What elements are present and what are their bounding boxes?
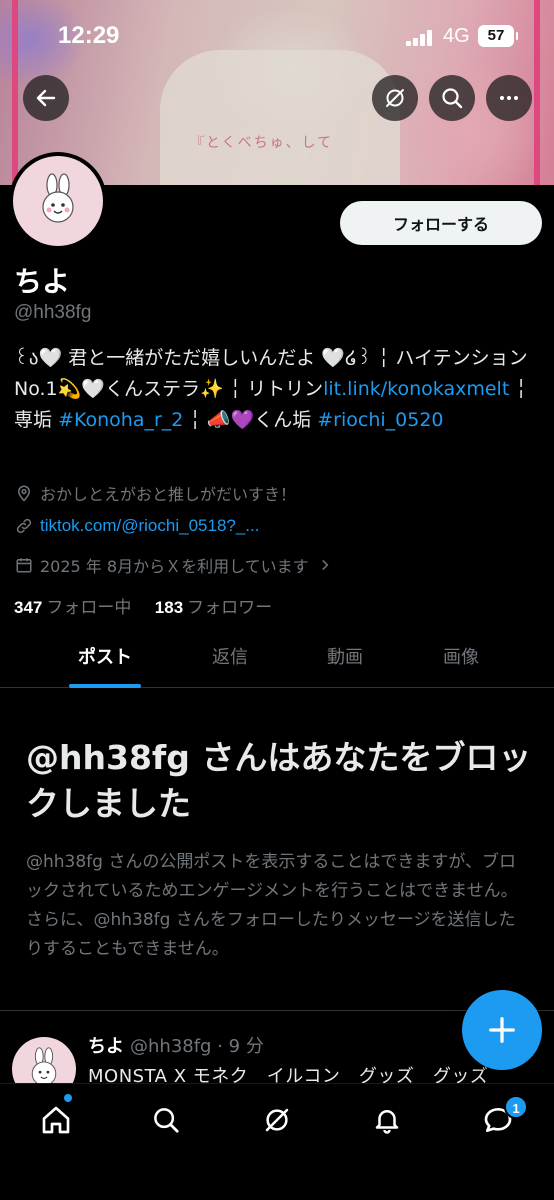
follow-counts: 347 フォロー中 183 フォロワー bbox=[14, 593, 272, 618]
grok-icon bbox=[386, 89, 404, 107]
home-notification-dot bbox=[64, 1094, 72, 1102]
network-type: 4G bbox=[443, 25, 470, 47]
grok-icon bbox=[265, 1108, 289, 1132]
search-icon bbox=[154, 1108, 179, 1133]
back-button[interactable] bbox=[23, 75, 69, 121]
status-bar: 12:29 4G 57 bbox=[0, 0, 554, 72]
location-icon bbox=[14, 483, 34, 503]
status-time: 12:29 bbox=[58, 22, 120, 49]
back-arrow-icon bbox=[36, 89, 56, 107]
post-header: ちよ @hh38fg · 9 分 bbox=[88, 1032, 264, 1058]
bio-text: ╎ 📣💜くん垢 bbox=[183, 409, 318, 431]
following-count: 347 bbox=[14, 598, 43, 617]
nav-notifications[interactable] bbox=[367, 1100, 407, 1140]
grok-button[interactable] bbox=[372, 75, 418, 121]
profile-website[interactable]: tiktok.com/@riochi_0518?_... bbox=[14, 516, 259, 536]
blocked-description: @hh38fg さんの公開ポストを表示することはできますが、ブロックされているた… bbox=[26, 852, 518, 959]
blocked-title: @hh38fg さんはあなたをブロックしました bbox=[26, 738, 532, 823]
profile-joined[interactable]: 2025 年 8月からＸを利用しています bbox=[14, 553, 335, 577]
follow-button[interactable]: フォローする bbox=[340, 201, 542, 245]
profile-bio: ꒰ა🤍 君と一緒がただ嬉しいんだよ 🤍໒꒱ ╎ ハイテンションNo.1💫🤍くんス… bbox=[14, 343, 542, 436]
active-tab-indicator bbox=[69, 684, 141, 688]
compose-button[interactable] bbox=[462, 990, 542, 1070]
profile-tabs: ポスト 返信 動画 画像 bbox=[0, 636, 554, 688]
avatar[interactable] bbox=[9, 152, 107, 250]
profile-location: おかしとえがおと推しがだいすき！ bbox=[14, 481, 296, 505]
post-meta: @hh38fg · 9 分 bbox=[130, 1036, 264, 1057]
bio-hashtag[interactable]: #riochi_0520 bbox=[317, 409, 443, 431]
calendar-icon bbox=[14, 555, 34, 575]
following-count-link[interactable]: 347 フォロー中 bbox=[14, 598, 131, 618]
nav-home[interactable] bbox=[36, 1100, 76, 1140]
nav-search[interactable] bbox=[146, 1100, 186, 1140]
more-button[interactable] bbox=[486, 75, 532, 121]
bio-link[interactable]: lit.link/konokaxmelt bbox=[323, 378, 509, 400]
following-label: フォロー中 bbox=[46, 598, 132, 618]
followers-count: 183 bbox=[154, 598, 184, 617]
location-text: おかしとえがおと推しがだいすき！ bbox=[40, 485, 297, 504]
messages-badge: 1 bbox=[504, 1095, 528, 1119]
tab-images[interactable]: 画像 bbox=[392, 636, 530, 688]
home-icon bbox=[42, 1106, 70, 1134]
search-button[interactable] bbox=[429, 75, 475, 121]
joined-text: 2025 年 8月からＸを利用しています bbox=[40, 557, 309, 576]
tab-posts[interactable]: ポスト bbox=[36, 636, 174, 688]
bottom-navigation bbox=[0, 1083, 554, 1200]
battery-icon: 57 bbox=[478, 25, 518, 47]
chevron-right-icon bbox=[315, 555, 335, 575]
battery-level: 57 bbox=[487, 27, 505, 44]
post-author[interactable]: ちよ bbox=[88, 1036, 124, 1057]
search-icon bbox=[442, 88, 463, 109]
followers-label: フォロワー bbox=[187, 598, 273, 618]
notifications-icon bbox=[375, 1110, 399, 1134]
profile-handle: @hh38fg bbox=[14, 302, 92, 323]
signal-icon bbox=[406, 30, 434, 46]
link-icon bbox=[14, 516, 34, 536]
bunny-character-icon bbox=[42, 173, 74, 223]
avatar-image bbox=[13, 156, 103, 246]
compose-plus-icon bbox=[489, 1017, 515, 1043]
nav-grok[interactable] bbox=[257, 1100, 297, 1140]
profile-name: ちよ bbox=[14, 265, 71, 298]
website-link[interactable]: tiktok.com/@riochi_0518?_... bbox=[40, 516, 259, 536]
followers-count-link[interactable]: 183 フォロワー bbox=[155, 598, 272, 618]
more-icon bbox=[500, 96, 518, 100]
bio-hashtag[interactable]: #Konoha_r_2 bbox=[58, 409, 183, 431]
